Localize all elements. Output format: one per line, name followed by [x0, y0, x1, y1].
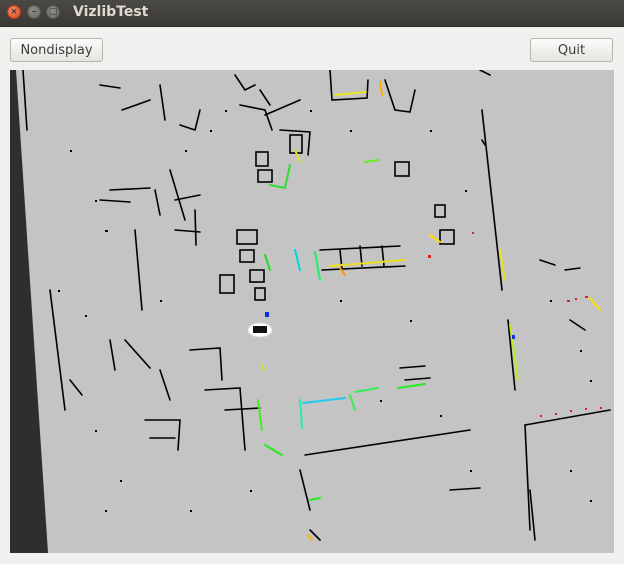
occupancy-map [10, 70, 614, 553]
window-title: VizlibTest [73, 4, 149, 20]
close-icon: × [10, 6, 18, 17]
quit-button[interactable]: Quit [530, 38, 613, 62]
minimize-icon: – [31, 6, 37, 17]
title-bar[interactable]: × – □ VizlibTest [0, 0, 624, 27]
map-view[interactable] [10, 70, 614, 553]
maximize-icon: □ [48, 6, 58, 17]
minimize-window-button[interactable]: – [27, 5, 41, 19]
close-window-button[interactable]: × [7, 5, 21, 19]
maximize-window-button[interactable]: □ [46, 5, 60, 19]
nondisplay-button[interactable]: Nondisplay [10, 38, 103, 62]
